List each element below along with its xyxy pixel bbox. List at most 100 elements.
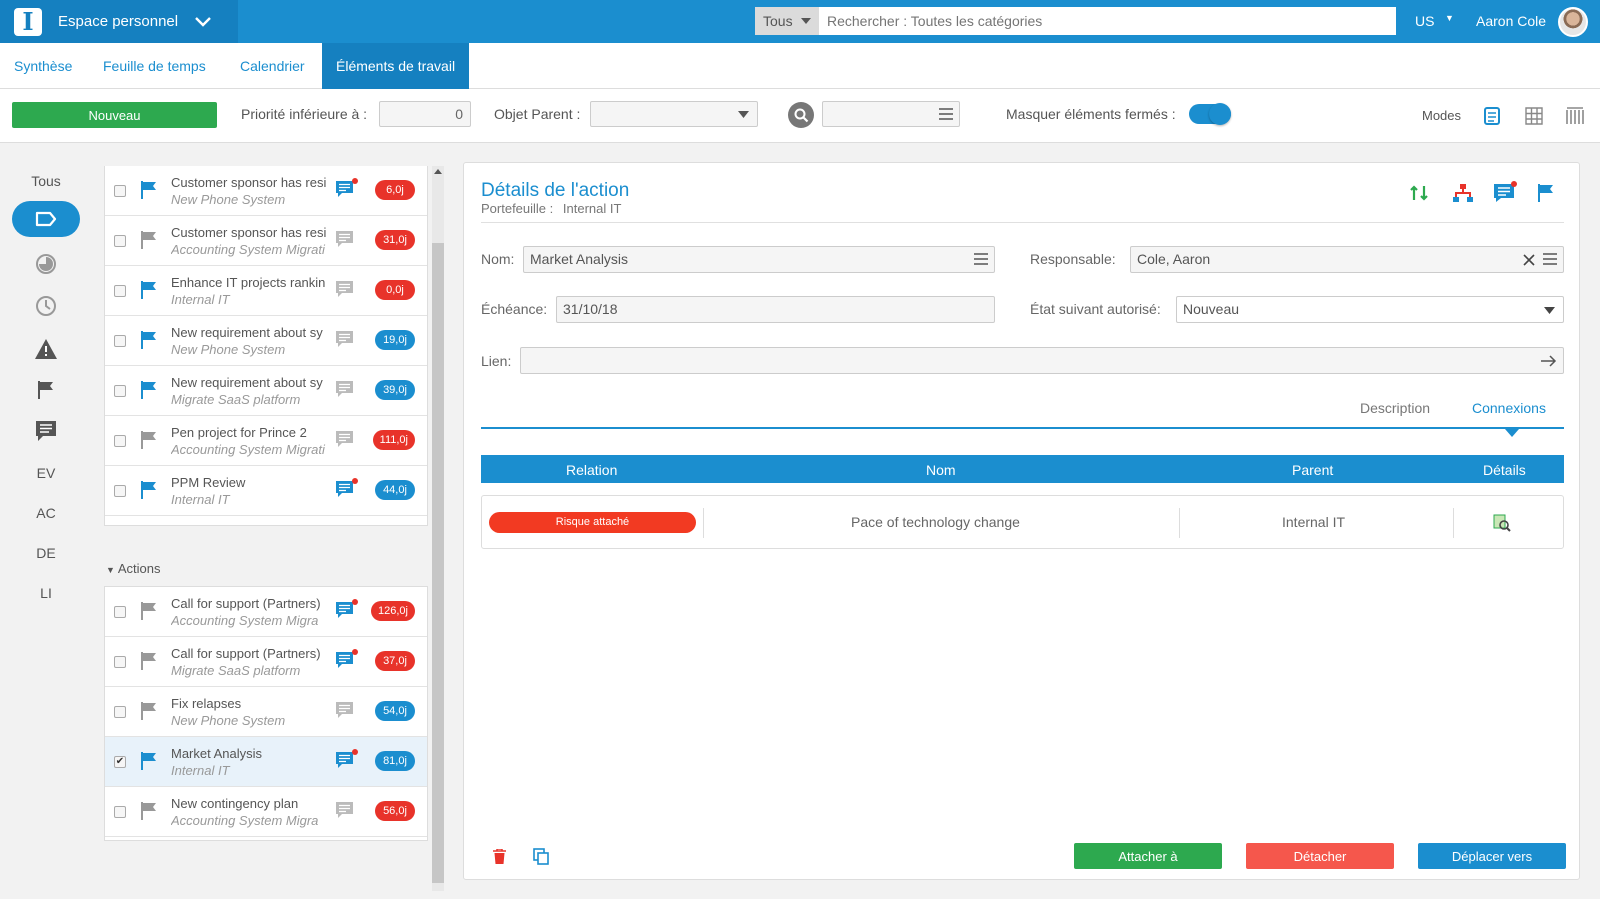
menu-icon[interactable] xyxy=(939,108,953,120)
search-icon[interactable] xyxy=(788,102,814,128)
list-mode-icon[interactable] xyxy=(1484,107,1500,125)
next-state-select[interactable]: Nouveau xyxy=(1176,296,1564,323)
move-to-button[interactable]: Déplacer vers xyxy=(1418,843,1566,869)
due-label: Échéance: xyxy=(481,301,548,317)
row-checkbox[interactable] xyxy=(114,485,126,497)
priority-input[interactable]: 0 xyxy=(379,101,471,127)
nav-progress[interactable] xyxy=(12,246,80,282)
comment-icon[interactable] xyxy=(335,330,355,353)
workspace-switcher[interactable]: I Espace personnel xyxy=(0,0,238,43)
list-item[interactable]: New contingency plan Accounting System Mi… xyxy=(105,787,427,837)
list-item[interactable]: Customer sponsor has resi Accounting Syst… xyxy=(105,216,427,266)
tab-feuille-de-temps[interactable]: Feuille de temps xyxy=(89,43,220,89)
list-item[interactable]: Pen project for Prince 2 Accounting Syste… xyxy=(105,416,427,466)
delete-icon[interactable] xyxy=(493,849,506,864)
comment-icon[interactable] xyxy=(335,601,355,624)
row-checkbox[interactable] xyxy=(114,435,126,447)
filter-text-input[interactable] xyxy=(822,101,960,127)
comment-icon[interactable] xyxy=(335,180,355,203)
row-checkbox[interactable] xyxy=(114,606,126,618)
nav-tag[interactable] xyxy=(12,201,80,237)
comment-icon[interactable] xyxy=(1493,181,1517,203)
nav-ev[interactable]: EV xyxy=(12,455,80,491)
list-item[interactable]: ✔ Market Analysis Internal IT 81,0j xyxy=(105,737,427,787)
list-item[interactable]: PPM Review Internal IT 44,0j xyxy=(105,466,427,516)
nav-risks[interactable] xyxy=(12,331,80,367)
avatar[interactable] xyxy=(1558,7,1588,37)
link-field[interactable] xyxy=(520,347,1564,374)
tab-elements-de-travail[interactable]: Éléments de travail xyxy=(322,43,470,89)
detach-button[interactable]: Détacher xyxy=(1246,843,1394,869)
row-checkbox[interactable] xyxy=(114,656,126,668)
parent-select[interactable] xyxy=(590,101,758,127)
row-checkbox[interactable] xyxy=(114,706,126,718)
tab-calendrier[interactable]: Calendrier xyxy=(226,43,319,89)
owner-field[interactable]: Cole, Aaron xyxy=(1130,246,1564,273)
list-item[interactable]: Customer sponsor has resi New Phone Syste… xyxy=(105,166,427,216)
list-item[interactable]: Call for support (Partners) Migrate SaaS … xyxy=(105,637,427,687)
language-select[interactable]: US xyxy=(1415,13,1434,29)
row-checkbox[interactable] xyxy=(114,335,126,347)
nav-li[interactable]: LI xyxy=(12,575,80,611)
copy-icon[interactable] xyxy=(533,848,549,865)
list-scrollbar-thumb[interactable] xyxy=(432,243,444,883)
list-item[interactable]: New requirement about sy Migrate SaaS pla… xyxy=(105,366,427,416)
unread-dot xyxy=(352,749,358,755)
flag-icon[interactable] xyxy=(1537,183,1555,203)
list-item[interactable]: Enhance IT projects rankin Internal IT 0,0… xyxy=(105,266,427,316)
connections-table-header: Relation Nom Parent Détails xyxy=(481,455,1564,483)
comment-icon[interactable] xyxy=(335,480,355,503)
row-checkbox[interactable] xyxy=(114,385,126,397)
comment-icon[interactable] xyxy=(335,651,355,674)
nav-time[interactable] xyxy=(12,288,80,324)
hide-closed-toggle[interactable] xyxy=(1189,103,1231,125)
search-category-select[interactable]: Tous xyxy=(755,7,819,35)
new-button[interactable]: Nouveau xyxy=(12,102,217,128)
actions-section-header[interactable]: ▼ Actions xyxy=(106,561,160,576)
comment-icon[interactable] xyxy=(335,380,355,403)
next-state-value: Nouveau xyxy=(1183,301,1240,317)
due-field[interactable]: 31/10/18 xyxy=(556,296,995,323)
list-item[interactable]: Fix relapses New Phone System 54,0j xyxy=(105,687,427,737)
row-checkbox[interactable] xyxy=(114,806,126,818)
arrow-right-icon[interactable] xyxy=(1541,355,1557,367)
list-item[interactable]: Call for support (Partners) Accounting Sy… xyxy=(105,587,427,637)
nav-all[interactable]: Tous xyxy=(12,163,80,199)
item-parent: New Phone System xyxy=(171,342,286,357)
menu-icon[interactable] xyxy=(1543,253,1557,265)
comment-icon[interactable] xyxy=(335,230,355,253)
nav-ac[interactable]: AC xyxy=(12,495,80,531)
comment-icon[interactable] xyxy=(335,430,355,453)
comment-icon[interactable] xyxy=(335,280,355,303)
col-relation: Relation xyxy=(566,462,618,478)
grid-mode-icon[interactable] xyxy=(1525,107,1543,125)
details-search-icon[interactable] xyxy=(1493,514,1511,532)
transfer-icon[interactable] xyxy=(1409,183,1429,203)
list-item[interactable]: New requirement about sy New Phone System… xyxy=(105,316,427,366)
tab-connections[interactable]: Connexions xyxy=(1472,400,1546,416)
row-checkbox[interactable]: ✔ xyxy=(114,756,126,768)
tab-synthese[interactable]: Synthèse xyxy=(0,43,86,89)
column-mode-icon[interactable] xyxy=(1566,107,1584,125)
clear-icon[interactable] xyxy=(1523,254,1535,266)
comment-icon[interactable] xyxy=(335,751,355,774)
hierarchy-icon[interactable] xyxy=(1452,183,1474,203)
name-field[interactable]: Market Analysis xyxy=(523,246,995,273)
search-input[interactable] xyxy=(819,7,1396,35)
nav-de[interactable]: DE xyxy=(12,535,80,571)
nav-issues[interactable] xyxy=(12,372,80,408)
user-name[interactable]: Aaron Cole xyxy=(1476,13,1546,29)
nav-notes[interactable] xyxy=(12,413,80,449)
row-checkbox[interactable] xyxy=(114,235,126,247)
attach-button[interactable]: Attacher à xyxy=(1074,843,1222,869)
comment-icon[interactable] xyxy=(335,701,355,724)
col-details: Détails xyxy=(1483,462,1526,478)
scroll-up-icon[interactable] xyxy=(434,169,442,174)
menu-icon[interactable] xyxy=(974,253,988,265)
chevron-down-icon xyxy=(195,16,211,27)
comment-icon[interactable] xyxy=(335,801,355,824)
row-checkbox[interactable] xyxy=(114,185,126,197)
row-checkbox[interactable] xyxy=(114,285,126,297)
item-title: Customer sponsor has resi xyxy=(171,225,327,240)
tab-description[interactable]: Description xyxy=(1360,400,1430,416)
